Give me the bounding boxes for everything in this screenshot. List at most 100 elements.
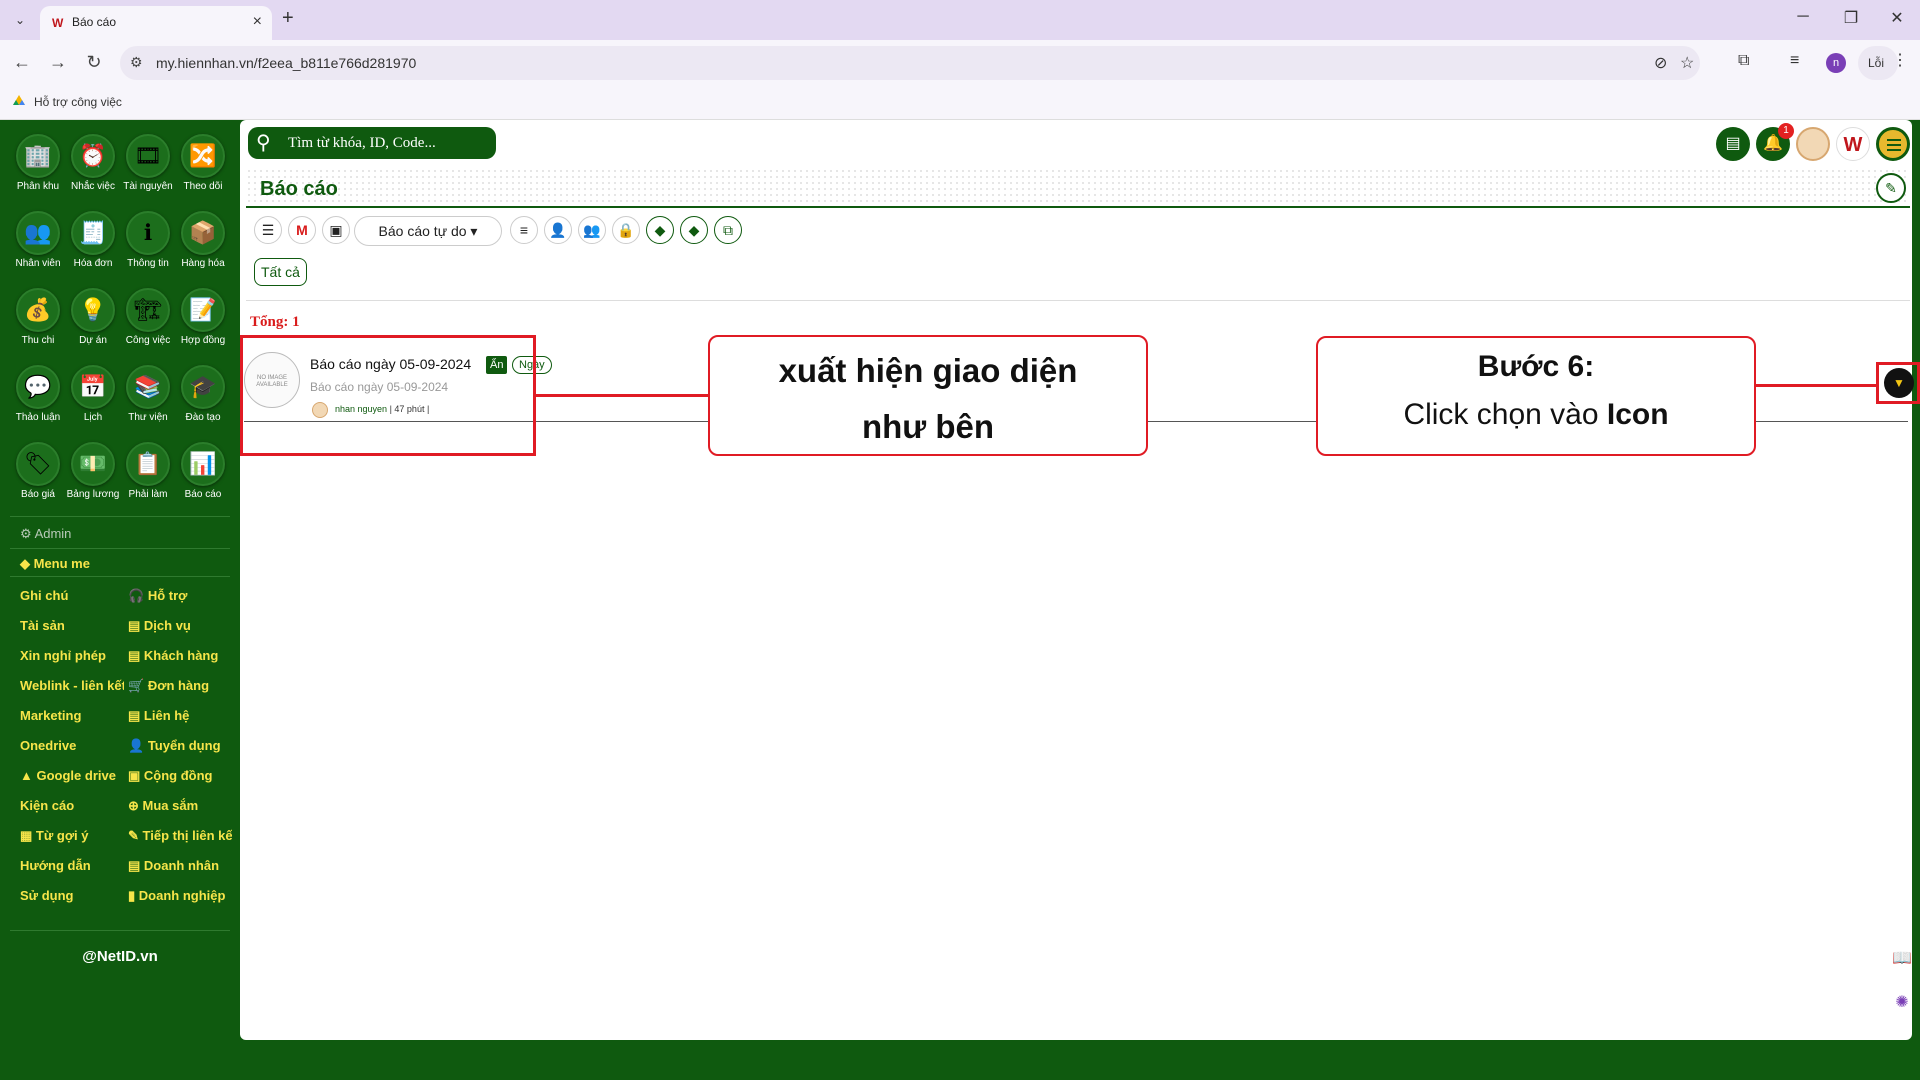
sidebar-link[interactable]: ✎ Tiếp thị liên kết — [128, 828, 232, 844]
app-building[interactable]: 🏢 Phân khu — [10, 134, 66, 206]
sidebar-link-label: Tiếp thị liên kết — [142, 828, 232, 843]
edit-pencil-icon[interactable]: ✎ — [1876, 173, 1906, 203]
sidebar-link-label: Sử dụng — [20, 888, 74, 903]
bookmarks-bar: Hỗ trợ công việc — [0, 86, 1920, 120]
app-label: Nhắc việc — [71, 181, 115, 192]
extensions-icon[interactable]: ⧉ — [1738, 52, 1749, 70]
close-window-icon[interactable]: ✕ — [1882, 8, 1912, 28]
tag-alt-icon[interactable]: ◆ — [680, 216, 708, 244]
sidebar-link[interactable]: Xin nghỉ phép — [20, 648, 124, 663]
address-bar[interactable]: ⚙ my.hiennhan.vn/f2eea_b811e766d281970 ⊘… — [120, 46, 1700, 80]
sidebar-link[interactable]: Hướng dẫn — [20, 858, 124, 873]
sidebar-link[interactable]: 🛒 Đơn hàng — [128, 678, 232, 694]
menu-me-text: Menu me — [33, 556, 90, 571]
sidebar-link[interactable]: ▤ Liên hệ — [128, 708, 232, 724]
menu-me-link[interactable]: ◆ Menu me — [20, 556, 90, 572]
browser-tab[interactable]: W Báo cáo × — [40, 6, 272, 40]
app-project[interactable]: 💡 Dự án — [65, 288, 121, 360]
sidebar-link-label: Khách hàng — [143, 648, 219, 663]
notification-bell-icon[interactable]: 🔔 1 — [1756, 123, 1794, 161]
list-toggle-icon[interactable]: ≡ — [510, 216, 538, 244]
store-icon[interactable]: ▤ — [1716, 127, 1750, 161]
app-work[interactable]: 🏗 Công việc — [120, 288, 176, 360]
app-money[interactable]: 💰 Thu chi — [10, 288, 66, 360]
settings-sliders-icon[interactable]: ☰ — [254, 216, 282, 244]
search-box[interactable]: ⚲ Tìm từ khóa, ID, Code... — [248, 127, 496, 159]
minimize-icon[interactable]: ─ — [1788, 8, 1818, 26]
app-discussion[interactable]: 💬 Thảo luận — [10, 365, 66, 437]
sidebar-link[interactable]: Onedrive — [20, 738, 124, 753]
app-invoice[interactable]: 🧾 Hóa đơn — [65, 211, 121, 283]
sidebar-link[interactable]: ⊕ Mua sắm — [128, 798, 232, 814]
user-settings-icon[interactable]: 👤 — [544, 216, 572, 244]
lock-icon[interactable]: 🔒 — [612, 216, 640, 244]
app-people[interactable]: 👥 Nhân viên — [10, 211, 66, 283]
app-payroll[interactable]: 💵 Bảng lương — [65, 442, 121, 514]
app-info[interactable]: ℹ Thông tin — [120, 211, 176, 283]
sidebar-link[interactable]: ▤ Doanh nhân — [128, 858, 232, 874]
app-media[interactable]: 🎞 Tài nguyên — [120, 134, 176, 206]
user-group-icon[interactable]: 👥 — [578, 216, 606, 244]
search-input[interactable]: Tìm từ khóa, ID, Code... — [288, 135, 436, 152]
sidebar-link-label: Doanh nghiệp — [138, 888, 226, 903]
sidebar-link[interactable]: Tài sản — [20, 618, 124, 633]
tag-icon[interactable]: ◆ — [646, 216, 674, 244]
url-text[interactable]: my.hiennhan.vn/f2eea_b811e766d281970 — [156, 55, 416, 71]
brand-logo-icon[interactable]: W — [1836, 127, 1870, 161]
app-calendar[interactable]: 📅 Lịch — [65, 365, 121, 437]
media-control-icon[interactable]: ≡ — [1790, 52, 1799, 70]
netid-footer[interactable]: @NetID.vn — [0, 948, 240, 965]
site-info-icon[interactable]: ⚙ — [130, 54, 143, 71]
app-contract[interactable]: 📝 Hợp đồng — [175, 288, 231, 360]
hamburger-menu-icon[interactable] — [1876, 127, 1910, 161]
filter-all-chip[interactable]: Tất cả — [254, 258, 307, 286]
sidebar-link[interactable]: Ghi chú — [20, 588, 124, 603]
eye-off-icon[interactable]: ⊘ — [1654, 53, 1667, 73]
sidebar-link-label: Marketing — [20, 708, 82, 723]
app-todo[interactable]: 📋 Phải làm — [120, 442, 176, 514]
back-icon[interactable]: ← — [10, 52, 34, 73]
sidebar-link[interactable]: ▮ Doanh nghiệp — [128, 888, 232, 904]
google-drive-icon — [13, 95, 25, 105]
new-tab-icon[interactable]: + — [282, 7, 294, 30]
admin-label[interactable]: ⚙ Admin — [20, 526, 71, 542]
bookmark-star-icon[interactable]: ☆ — [1680, 53, 1694, 73]
browser-menu-icon[interactable]: ⋮ — [1892, 50, 1908, 70]
app-training[interactable]: 🎓 Đào tạo — [175, 365, 231, 437]
sidebar-link[interactable]: Marketing — [20, 708, 124, 723]
close-tab-icon[interactable]: × — [253, 13, 262, 31]
app-tracking[interactable]: 🔀 Theo dõi — [175, 134, 231, 206]
sidebar-link[interactable]: ▦ Từ gợi ý — [20, 828, 124, 844]
ai-brain-icon[interactable]: ✺ — [1890, 992, 1914, 1016]
reader-mode-icon[interactable]: 📖 — [1890, 948, 1914, 972]
bookmark-label[interactable]: Hỗ trợ công việc — [34, 95, 122, 109]
tracking-icon: 🔀 — [181, 134, 225, 178]
report-type-select[interactable]: Báo cáo tự do ▾ — [354, 216, 502, 246]
app-label: Báo cáo — [184, 489, 222, 500]
folder-add-icon[interactable]: ▣ — [322, 216, 350, 244]
sidebar-link[interactable]: ▤ Dịch vụ — [128, 618, 232, 634]
sidebar-link[interactable]: Kiện cáo — [20, 798, 124, 813]
app-library[interactable]: 📚 Thư viện — [120, 365, 176, 437]
forward-icon[interactable]: → — [46, 52, 70, 73]
app-quote[interactable]: 🏷 Báo giá — [10, 442, 66, 514]
expand-chevron-icon[interactable]: ▼ — [1884, 368, 1914, 398]
profile-avatar[interactable]: n — [1826, 53, 1846, 73]
sidebar-link[interactable]: Sử dụng — [20, 888, 124, 903]
app-report[interactable]: 📊 Báo cáo — [175, 442, 231, 514]
user-avatar[interactable] — [1796, 127, 1830, 161]
app-alarm[interactable]: ⏰ Nhắc việc — [65, 134, 121, 206]
sidebar-link[interactable]: 🎧 Hỗ trợ — [128, 588, 232, 604]
tab-list-icon[interactable]: ⌄ — [8, 8, 32, 32]
gmail-icon[interactable]: M — [288, 216, 316, 244]
app-goods[interactable]: 📦 Hàng hóa — [175, 211, 231, 283]
sidebar-link[interactable]: 👤 Tuyển dụng — [128, 738, 232, 754]
sidebar-link-label: Từ gợi ý — [35, 828, 89, 843]
copy-icon[interactable]: ⧉ — [714, 216, 742, 244]
sidebar-link[interactable]: Weblink - liên kết — [20, 678, 124, 693]
reload-icon[interactable]: ↻ — [82, 52, 106, 73]
restore-icon[interactable]: ❐ — [1836, 8, 1866, 28]
sidebar-link[interactable]: ▤ Khách hàng — [128, 648, 232, 664]
sidebar-link[interactable]: ▣ Cộng đồng — [128, 768, 232, 784]
sidebar-link[interactable]: ▲ Google drive — [20, 768, 124, 783]
